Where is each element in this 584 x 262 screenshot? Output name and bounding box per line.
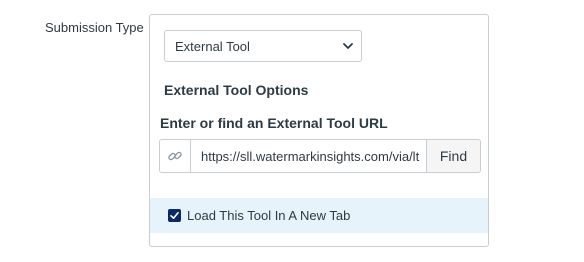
checkmark-icon: [170, 212, 179, 219]
new-tab-option-row: Load This Tool In A New Tab: [150, 198, 488, 233]
new-tab-checkbox[interactable]: [168, 209, 181, 222]
url-addon: [160, 140, 191, 172]
find-button[interactable]: Find: [426, 140, 480, 172]
external-tool-url-input[interactable]: [191, 140, 427, 172]
link-icon: [168, 151, 182, 161]
external-tool-url-group: Find: [159, 139, 481, 173]
chevron-down-icon: [343, 43, 353, 49]
new-tab-checkbox-label[interactable]: Load This Tool In A New Tab: [187, 208, 350, 223]
submission-type-form: Submission Type External Tool External T…: [0, 0, 584, 262]
submission-type-panel: External Tool External Tool Options Ente…: [149, 14, 489, 247]
submission-type-selected-value: External Tool: [175, 39, 250, 54]
external-tool-options-heading: External Tool Options: [164, 82, 309, 98]
submission-type-label: Submission Type: [45, 20, 144, 35]
submission-type-select[interactable]: External Tool: [164, 30, 362, 62]
external-tool-url-label: Enter or find an External Tool URL: [160, 115, 388, 131]
